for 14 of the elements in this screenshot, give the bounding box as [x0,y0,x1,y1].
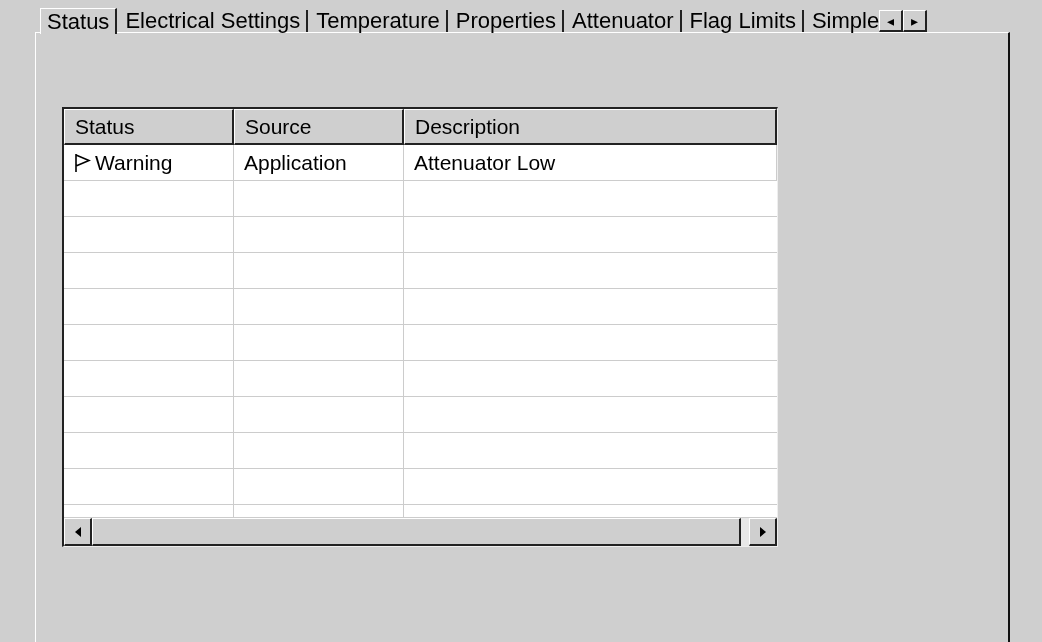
flag-icon [74,152,91,173]
table-cell: Attenuator Low [414,150,556,175]
scroll-right-arrow-button[interactable] [749,518,777,546]
column-header[interactable]: Source [234,109,404,145]
scroll-left-arrow-button[interactable] [64,518,92,546]
tab[interactable]: Status [40,8,118,34]
scroll-right-button[interactable]: ▸ [903,10,928,32]
right-triangle-icon [759,526,766,537]
table-cell: Warning [95,150,173,175]
column-header[interactable]: Description [404,109,777,145]
scroll-left-button[interactable]: ◂ [879,10,904,32]
column-header[interactable]: Status [64,109,234,145]
left-triangle-icon [74,526,81,537]
table-cell: Application [244,150,347,175]
